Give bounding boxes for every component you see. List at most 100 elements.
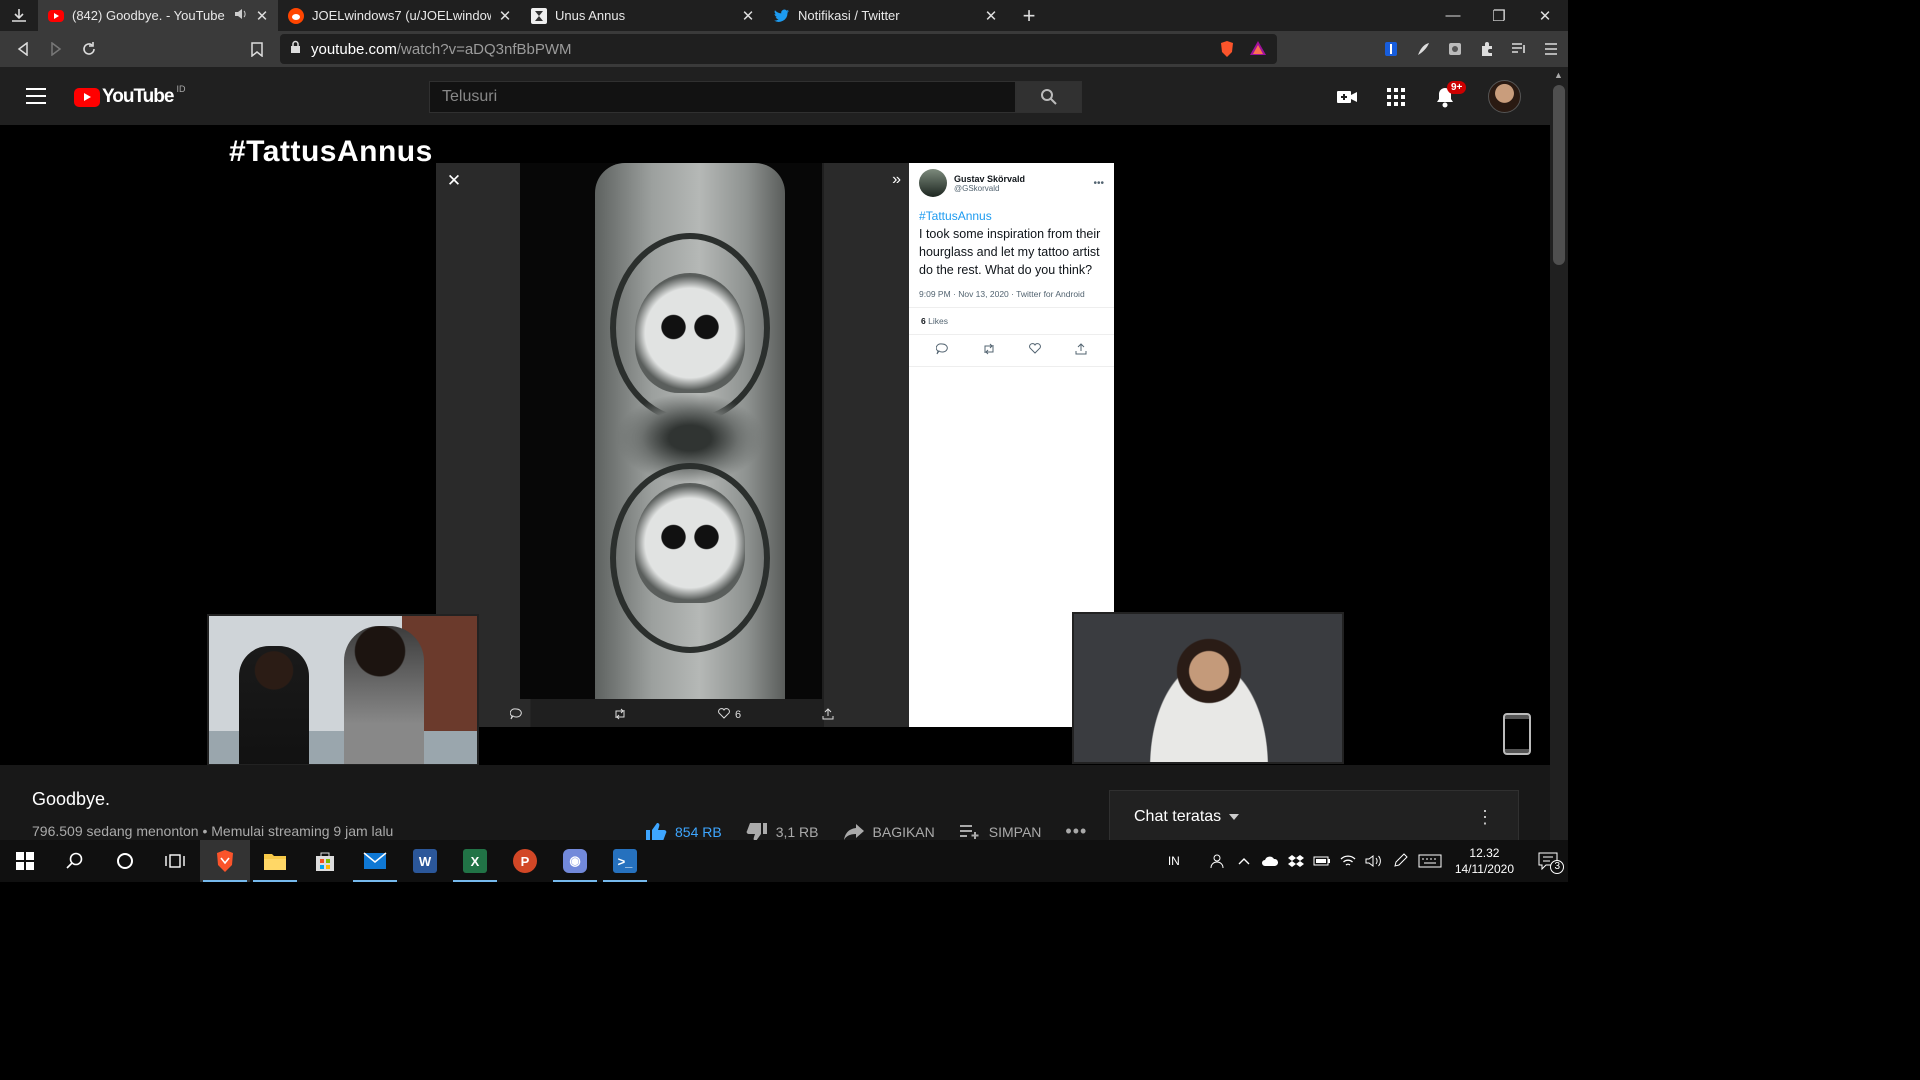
page-scrollbar[interactable]: ▲ xyxy=(1550,67,1568,840)
extension-feather-icon[interactable] xyxy=(1414,40,1432,58)
media-action-bar: 6 xyxy=(436,703,909,727)
brave-browser-icon[interactable] xyxy=(200,840,250,882)
youtube-header: YouTube ID Telusuri 9+ xyxy=(0,67,1550,125)
tweet-author-handle: @GSkorvald xyxy=(954,183,1000,193)
media-queue-icon[interactable] xyxy=(1510,40,1528,58)
video-info: Goodbye. 796.509 sedang menonton • Memul… xyxy=(0,765,1550,850)
scroll-up-icon[interactable]: ▲ xyxy=(1554,70,1563,80)
bookmark-icon[interactable] xyxy=(240,31,273,67)
back-icon[interactable] xyxy=(6,31,39,67)
forward-icon[interactable] xyxy=(39,31,72,67)
input-language[interactable]: IN xyxy=(1161,854,1187,868)
restore-icon[interactable]: ❐ xyxy=(1476,0,1522,31)
downloads-icon[interactable] xyxy=(0,0,38,31)
close-window-icon[interactable]: ✕ xyxy=(1522,0,1568,31)
tab-close-icon[interactable]: ✕ xyxy=(983,7,999,25)
pen-workspace-icon[interactable] xyxy=(1387,853,1413,869)
battery-icon[interactable] xyxy=(1309,856,1335,866)
like-button[interactable]: 854 RB xyxy=(645,822,722,842)
clock-time: 12.32 xyxy=(1469,846,1500,860)
start-windows-icon[interactable] xyxy=(0,840,50,882)
touch-keyboard-icon[interactable] xyxy=(1413,854,1447,868)
discord-icon[interactable]: ◉ xyxy=(550,840,600,882)
address-bar[interactable]: youtube.com/watch?v=aDQ3nfBbPWM xyxy=(280,34,1277,64)
reload-icon[interactable] xyxy=(72,31,105,67)
more-actions-icon[interactable]: ••• xyxy=(1065,821,1087,842)
people-icon[interactable] xyxy=(1205,853,1231,869)
taskbar-clock[interactable]: 12.32 14/11/2020 xyxy=(1455,845,1514,877)
retweet-icon[interactable] xyxy=(613,708,627,723)
minimize-icon[interactable]: — xyxy=(1430,0,1476,31)
browser-menu-icon[interactable] xyxy=(1542,40,1560,58)
save-label: SIMPAN xyxy=(988,823,1042,840)
tab-close-icon[interactable]: ✕ xyxy=(254,7,270,25)
tab-close-icon[interactable]: ✕ xyxy=(740,7,756,25)
tab-twitter[interactable]: Notifikasi / Twitter ✕ xyxy=(764,0,1007,31)
screen-like-count: 6 xyxy=(735,709,742,721)
tweet-likes-label: Likes xyxy=(928,316,948,326)
chat-more-icon[interactable]: ⋮ xyxy=(1476,807,1494,828)
volume-icon[interactable] xyxy=(1361,854,1387,868)
word-icon[interactable]: W xyxy=(400,840,450,882)
video-player[interactable]: #TattusAnnus ✕ » 6 Gustav Skörvald @GSko… xyxy=(0,125,1550,765)
double-chevron-right-icon[interactable]: » xyxy=(892,171,901,189)
powerpoint-icon[interactable]: P xyxy=(500,840,550,882)
tab-unus-annus[interactable]: Unus Annus ✕ xyxy=(521,0,764,31)
brave-shields-icon[interactable] xyxy=(1219,40,1235,62)
unus-annus-favicon xyxy=(531,7,547,24)
reddit-favicon xyxy=(288,7,304,24)
avatar[interactable] xyxy=(1488,80,1521,113)
powershell-icon[interactable]: >_ xyxy=(600,840,650,882)
cortana-icon[interactable] xyxy=(100,840,150,882)
more-options-icon[interactable]: ••• xyxy=(1093,178,1104,189)
microsoft-store-icon[interactable] xyxy=(300,840,350,882)
clock-date: 14/11/2020 xyxy=(1454,862,1514,876)
like-heart-icon[interactable] xyxy=(718,708,730,722)
search-icon xyxy=(1041,89,1057,105)
video-title: Goodbye. xyxy=(32,789,111,809)
notification-count-badge: 9+ xyxy=(1447,81,1467,94)
excel-icon[interactable]: X xyxy=(450,840,500,882)
share-button[interactable]: BAGIKAN xyxy=(843,823,935,841)
lock-icon xyxy=(290,40,301,58)
task-view-icon[interactable] xyxy=(150,840,200,882)
url-path: /watch?v=aDQ3nfBbPWM xyxy=(396,40,572,58)
brave-rewards-icon[interactable] xyxy=(1249,40,1267,60)
tab-reddit[interactable]: JOELwindows7 (u/JOELwindows7) ✕ xyxy=(278,0,521,31)
search-button[interactable] xyxy=(1016,81,1082,113)
create-video-icon[interactable] xyxy=(1335,85,1359,109)
tweet-text: I took some inspiration from their hourg… xyxy=(919,227,1101,277)
close-icon[interactable]: ✕ xyxy=(444,171,464,191)
extensions-puzzle-icon[interactable] xyxy=(1478,40,1496,58)
speaker-icon[interactable] xyxy=(234,8,248,23)
tab-close-icon[interactable]: ✕ xyxy=(497,7,513,25)
share-arrow-icon xyxy=(843,823,864,840)
apps-grid-icon[interactable] xyxy=(1384,85,1408,109)
region-code: ID xyxy=(176,84,186,94)
action-center-icon[interactable]: 3 xyxy=(1528,852,1568,874)
dislike-button[interactable]: 3,1 RB xyxy=(746,822,819,842)
reply-icon[interactable] xyxy=(509,707,522,723)
show-hidden-icons-chevron-up-icon[interactable] xyxy=(1231,857,1257,865)
file-explorer-icon[interactable] xyxy=(250,840,300,882)
new-tab-button[interactable]: + xyxy=(1015,3,1043,29)
menu-icon[interactable] xyxy=(26,88,46,109)
extension-square-icon[interactable] xyxy=(1446,40,1464,58)
youtube-logo[interactable]: YouTube ID xyxy=(74,84,186,108)
chat-mode-dropdown[interactable]: Chat teratas xyxy=(1134,808,1240,826)
search-icon[interactable] xyxy=(50,840,100,882)
save-button[interactable]: SIMPAN xyxy=(959,823,1042,840)
bitwarden-icon[interactable] xyxy=(1382,40,1400,58)
wifi-icon[interactable] xyxy=(1335,854,1361,868)
scrollbar-thumb[interactable] xyxy=(1553,85,1565,265)
tweet-timestamp: 9:09 PM · Nov 13, 2020 · Twitter for And… xyxy=(909,279,1114,308)
mail-icon[interactable] xyxy=(350,840,400,882)
search-input[interactable]: Telusuri xyxy=(429,81,1016,113)
dropbox-icon[interactable] xyxy=(1283,854,1309,868)
onedrive-cloud-icon[interactable] xyxy=(1257,855,1283,867)
tab-youtube[interactable]: (842) Goodbye. - YouTube ✕ xyxy=(38,0,278,31)
chat-mode-label: Chat teratas xyxy=(1134,808,1222,825)
twitter-favicon xyxy=(774,8,790,24)
share-icon[interactable] xyxy=(822,707,834,723)
tweet-likes-count: 6 xyxy=(921,316,926,326)
